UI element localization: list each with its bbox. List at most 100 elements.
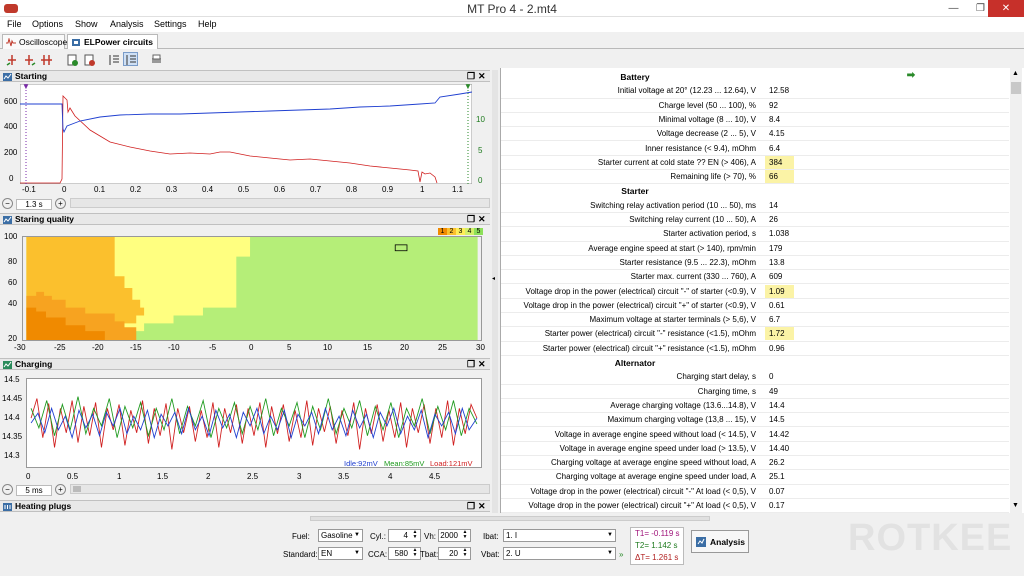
zoom-in-button[interactable]: + [55, 484, 66, 495]
result-row[interactable]: Inner resistance (< 9.4), mOhm 6.4 [501, 142, 1009, 156]
cursor-t1-marker[interactable]: ▼ [22, 82, 30, 91]
vh-spinner[interactable]: 2000 ▲ ▼ [438, 529, 471, 542]
result-label: Charging start delay, s [676, 372, 756, 382]
close-icon[interactable]: ✕ [478, 359, 486, 370]
tab-bar: Oscilloscope ELPower circuits [0, 32, 1024, 49]
y-tick: 80 [8, 257, 17, 266]
close-button[interactable]: ✕ [988, 0, 1024, 17]
scroll-thumb[interactable] [73, 486, 81, 492]
result-row[interactable]: Charge level (50 ... 100), % 92 [501, 99, 1009, 113]
minimize-button[interactable]: — [940, 0, 967, 17]
result-row[interactable]: Charging start delay, s 0 [501, 370, 1009, 385]
charging-scrollbar[interactable] [70, 484, 490, 494]
arrow-right-icon[interactable]: ➡ [777, 70, 1024, 81]
result-row[interactable]: Maximum charging voltage (13,8 ... 15), … [501, 413, 1009, 428]
scroll-thumb[interactable] [1011, 82, 1021, 94]
sort-active-icon[interactable] [123, 52, 138, 66]
print-icon[interactable] [148, 52, 163, 66]
menu-help[interactable]: Help [198, 19, 217, 29]
result-row[interactable]: Charging voltage at average engine speed… [501, 456, 1009, 471]
restore-icon[interactable]: ❐ [467, 71, 475, 82]
result-row[interactable]: Maximum voltage at starter terminals (> … [501, 313, 1009, 328]
results-scrollbar[interactable]: ▲ ▼ [1010, 68, 1022, 513]
zoom-out-button[interactable]: − [2, 484, 13, 495]
result-row[interactable]: Charging voltage at average engine speed… [501, 470, 1009, 485]
toolbar [0, 50, 1024, 68]
result-row[interactable]: Voltage in average engine speed without … [501, 428, 1009, 442]
menu-options[interactable]: Options [32, 19, 63, 29]
result-value: 609 [769, 272, 783, 282]
charging-plot[interactable] [26, 378, 482, 468]
zoom-in-button[interactable]: + [55, 198, 66, 209]
cursor-left-icon[interactable] [4, 52, 19, 66]
open-file-icon[interactable] [64, 52, 79, 66]
expand-icon[interactable]: » [619, 550, 623, 559]
spin-arrows-icon[interactable]: ▲ ▼ [410, 530, 420, 541]
export-file-icon[interactable] [81, 52, 96, 66]
result-row[interactable]: Starter current at cold state ?? EN (> 4… [501, 155, 1009, 171]
result-row[interactable]: Average charging voltage (13.6...14.8), … [501, 399, 1009, 414]
fuel-select[interactable]: Gasoline ▼ [318, 529, 363, 542]
x-tick: 0.4 [202, 185, 214, 194]
tbat-spinner[interactable]: 20 ▲ ▼ [438, 547, 471, 560]
quality-map[interactable] [22, 236, 482, 341]
scroll-up-icon[interactable]: ▲ [1012, 70, 1019, 77]
result-row[interactable]: Switching relay current (10 ... 50), A 26 [501, 213, 1009, 228]
cursor-both-icon[interactable] [38, 52, 53, 66]
result-row[interactable]: Voltage drop in the power (electrical) c… [501, 284, 1009, 299]
collapse-left-icon[interactable]: ◂ [492, 275, 495, 282]
fuel-label: Fuel: [292, 532, 310, 541]
spin-arrows-icon[interactable]: ▲ ▼ [460, 530, 470, 541]
result-row[interactable]: Starter activation period, s 1.038 [501, 227, 1009, 242]
ibat-select[interactable]: 1. I ▼ [503, 529, 616, 542]
vbat-label: Vbat: [481, 550, 500, 559]
result-row[interactable]: Remaining life (> 70), % 66 [501, 170, 1009, 185]
cyl-spinner[interactable]: 4 ▲ ▼ [388, 529, 421, 542]
analysis-button[interactable]: Analysis [691, 530, 749, 553]
spin-arrows-icon[interactable]: ▲ ▼ [460, 548, 470, 559]
result-row[interactable]: Switching relay activation period (10 ..… [501, 199, 1009, 213]
result-row[interactable]: Voltage in average engine speed under lo… [501, 442, 1009, 457]
close-icon[interactable]: ✕ [478, 71, 486, 82]
cursor-t2-marker[interactable]: ▼ [464, 82, 472, 91]
result-row[interactable]: Charging time, s 49 [501, 385, 1009, 399]
starting-scrollbar[interactable] [70, 198, 490, 208]
vertical-splitter[interactable]: ◂ [492, 70, 498, 513]
result-row[interactable]: Starter resistance (9.5 ... 22.3), mOhm 1… [501, 256, 1009, 271]
x-tick: 30 [476, 343, 485, 352]
y-tick: 600 [4, 97, 18, 106]
scroll-down-icon[interactable]: ▼ [1012, 502, 1019, 509]
spin-arrows-icon[interactable]: ▲ ▼ [410, 548, 420, 559]
result-row[interactable]: Voltage drop in the power (electrical) c… [501, 485, 1009, 499]
result-row[interactable]: Starter power (electrical) circuit "+" r… [501, 342, 1009, 356]
result-row[interactable]: Starter max. current (330 ... 760), A 609 [501, 270, 1009, 285]
close-icon[interactable]: ✕ [478, 501, 486, 512]
result-row[interactable]: Voltage drop in the power (electrical) c… [501, 499, 1009, 514]
vbat-select[interactable]: 2. U ▼ [503, 547, 616, 560]
starting-plot[interactable]: ▼ ▼ [20, 82, 472, 184]
menu-show[interactable]: Show [75, 19, 98, 29]
close-icon[interactable]: ✕ [478, 214, 486, 225]
result-row[interactable]: Average engine speed at start (> 140), r… [501, 242, 1009, 256]
zoom-out-button[interactable]: − [2, 198, 13, 209]
tab-elpower-circuits[interactable]: ELPower circuits [67, 34, 158, 49]
result-label: Starter activation period, s [663, 229, 756, 239]
cca-spinner[interactable]: 580 ▲ ▼ [388, 547, 421, 560]
tab-oscilloscope[interactable]: Oscilloscope [2, 34, 67, 49]
menu-settings[interactable]: Settings [154, 19, 187, 29]
restore-icon[interactable]: ❐ [467, 359, 475, 370]
result-row[interactable]: Minimal voltage (8 ... 10), V 8.4 [501, 113, 1009, 128]
analysis-label: Analysis [710, 537, 745, 547]
restore-icon[interactable]: ❐ [467, 501, 475, 512]
result-row[interactable]: Voltage drop in the power (electrical) c… [501, 299, 1009, 314]
cursor-right-icon[interactable] [21, 52, 36, 66]
menu-analysis[interactable]: Analysis [110, 19, 144, 29]
result-row[interactable]: Voltage decrease (2 ... 5), V 4.15 [501, 127, 1009, 142]
result-row[interactable]: Starter power (electrical) circuit "-" r… [501, 327, 1009, 342]
sort-icon[interactable] [106, 52, 121, 66]
splitter-handle[interactable] [310, 516, 710, 521]
result-row[interactable]: Initial voltage at 20° (12.23 ... 12.64)… [501, 84, 1009, 99]
menu-file[interactable]: File [7, 19, 22, 29]
restore-icon[interactable]: ❐ [467, 214, 475, 225]
standard-select[interactable]: EN ▼ [318, 547, 363, 560]
